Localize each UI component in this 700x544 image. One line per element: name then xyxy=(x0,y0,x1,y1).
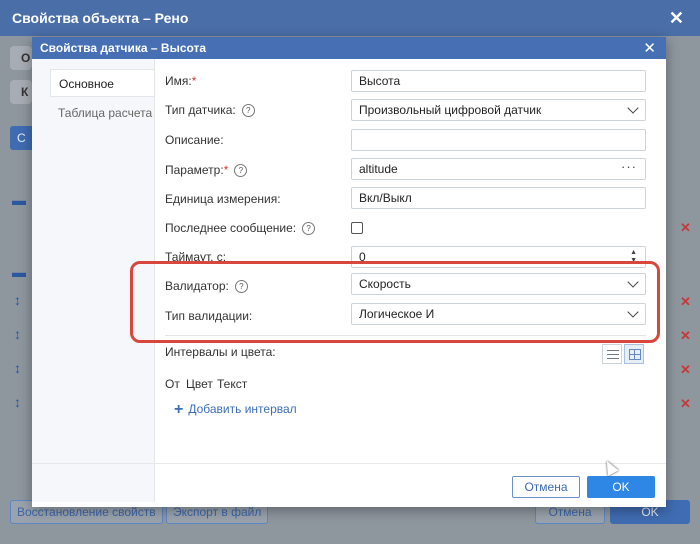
plus-icon: + xyxy=(174,401,184,418)
background-window-title: Свойства объекта – Рено xyxy=(12,10,189,26)
more-options-icon[interactable]: ··· xyxy=(621,157,637,177)
export-file-label: Экспорт в файл xyxy=(173,505,262,519)
add-interval-label: Добавить интервал xyxy=(188,402,297,416)
help-icon[interactable]: ? xyxy=(234,164,248,178)
sensor-type-label-text: Тип датчика: xyxy=(165,103,236,117)
help-icon[interactable]: ? xyxy=(241,104,255,118)
sort-icon[interactable]: ↕ xyxy=(14,326,21,342)
delete-icon[interactable]: ✕ xyxy=(680,396,691,412)
parameter-field[interactable]: altitude ··· xyxy=(351,158,646,180)
tab-calculation-table-label: Таблица расчета xyxy=(58,106,153,120)
background-window-header: Свойства объекта – Рено ✕ xyxy=(0,0,700,36)
column-text: Текст xyxy=(217,377,248,391)
background-button[interactable]: С xyxy=(10,126,34,150)
dialog-title: Свойства датчика – Высота xyxy=(40,41,207,55)
background-field-text: О xyxy=(21,51,31,65)
parameter-label: Параметр:*? xyxy=(165,163,248,178)
tab-basic-label: Основное xyxy=(59,77,114,91)
description-label: Описание: xyxy=(165,133,224,147)
ok-button[interactable]: OK xyxy=(587,476,655,498)
tab-calculation-table[interactable]: Таблица расчета xyxy=(50,99,154,127)
close-icon[interactable]: ✕ xyxy=(643,39,656,57)
add-interval-button[interactable]: + Добавить интервал xyxy=(174,401,297,419)
dialog-header: Свойства датчика – Высота ✕ xyxy=(32,37,666,59)
background-field: К xyxy=(10,80,32,104)
sensor-type-value: Произвольный цифровой датчик xyxy=(359,103,542,117)
description-field[interactable] xyxy=(351,129,646,151)
cancel-label: Отмена xyxy=(524,480,568,494)
help-icon[interactable]: ? xyxy=(302,222,316,236)
background-button-text: С xyxy=(17,131,26,145)
sensor-type-select[interactable]: Произвольный цифровой датчик xyxy=(351,99,646,121)
delete-icon[interactable]: ✕ xyxy=(680,294,691,310)
parameter-label-text: Параметр: xyxy=(165,163,224,177)
delete-icon[interactable]: ✕ xyxy=(680,328,691,344)
unit-field[interactable]: Вкл/Выкл xyxy=(351,187,646,209)
table-view-button[interactable] xyxy=(624,344,644,364)
name-field[interactable]: Высота xyxy=(351,70,646,92)
name-label-text: Имя: xyxy=(165,74,192,88)
sort-icon[interactable]: ↕ xyxy=(14,292,21,308)
collapse-icon[interactable]: ▬ xyxy=(12,192,26,208)
column-from: От xyxy=(165,377,180,391)
chevron-down-icon xyxy=(627,102,639,114)
required-mark: * xyxy=(191,74,197,88)
restore-properties-label: Восстановление свойств xyxy=(17,505,156,519)
ok-label: OK xyxy=(612,480,630,494)
unit-label: Единица измерения: xyxy=(165,192,281,206)
close-icon[interactable]: ✕ xyxy=(669,8,684,29)
footer-divider xyxy=(32,463,666,464)
background-field: О xyxy=(10,46,32,70)
last-message-label: Последнее сообщение:? xyxy=(165,221,316,236)
sensor-type-label: Тип датчика:? xyxy=(165,103,255,118)
parameter-value: altitude xyxy=(359,162,398,176)
column-color: Цвет xyxy=(186,377,213,391)
highlight-annotation xyxy=(130,261,660,343)
list-view-button[interactable] xyxy=(602,344,622,364)
name-label: Имя:* xyxy=(165,74,196,88)
intervals-label: Интервалы и цвета: xyxy=(165,345,276,359)
collapse-icon[interactable]: ▬ xyxy=(12,264,26,280)
last-message-label-text: Последнее сообщение: xyxy=(165,221,297,235)
tab-basic[interactable]: Основное xyxy=(50,69,154,97)
intervals-label-text: Интервалы и цвета: xyxy=(165,345,276,359)
sort-icon[interactable]: ↕ xyxy=(14,360,21,376)
table-icon xyxy=(629,349,641,360)
unit-label-text: Единица измерения: xyxy=(165,192,281,206)
background-cancel-label: Отмена xyxy=(548,505,592,519)
background-ok-label: OK xyxy=(641,505,659,519)
unit-value: Вкл/Выкл xyxy=(359,191,412,205)
required-mark: * xyxy=(223,163,229,177)
list-icon xyxy=(607,349,619,360)
sort-icon[interactable]: ↕ xyxy=(14,394,21,410)
name-value: Высота xyxy=(359,74,401,88)
description-label-text: Описание: xyxy=(165,133,224,147)
delete-icon[interactable]: ✕ xyxy=(680,362,691,378)
last-message-checkbox[interactable] xyxy=(351,222,363,234)
delete-icon[interactable]: ✕ xyxy=(680,220,691,236)
background-field-text: К xyxy=(21,85,29,99)
cancel-button[interactable]: Отмена xyxy=(512,476,580,498)
